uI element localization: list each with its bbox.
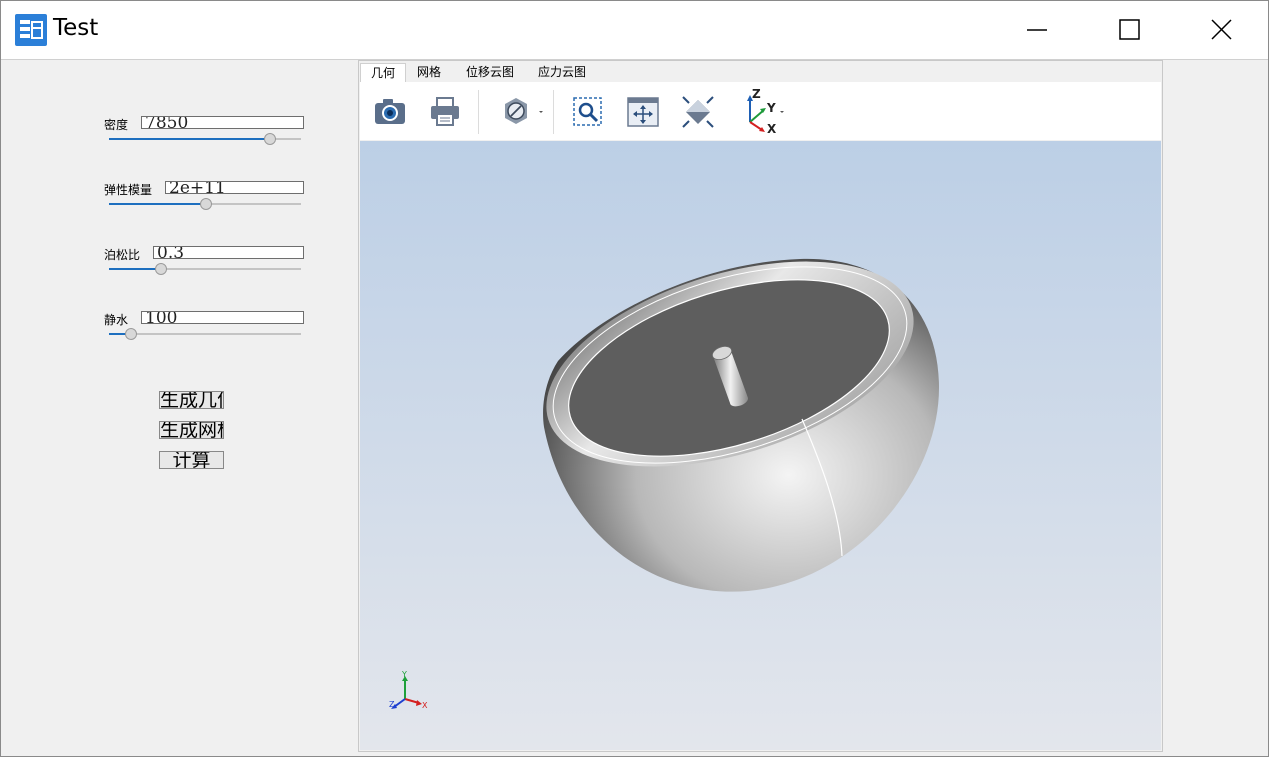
slider-thumb[interactable]	[155, 263, 167, 275]
param-label-hydrostatic: 静水	[104, 313, 129, 327]
minimize-button[interactable]	[991, 1, 1083, 59]
app-icon	[15, 14, 47, 46]
tab-geometry[interactable]: 几何	[360, 63, 407, 82]
mini-triad-y: Y	[401, 671, 407, 679]
hydrostatic-slider[interactable]	[109, 328, 301, 340]
title-bar: Test	[1, 1, 1268, 60]
param-label-elastic-modulus: 弹性模量	[104, 183, 153, 197]
tab-mesh[interactable]: 网格	[407, 63, 451, 82]
tab-bar: 几何 网格 位移云图 应力云图	[359, 61, 1162, 82]
compute-button[interactable]: 计算	[159, 451, 224, 469]
printer-icon[interactable]	[427, 94, 463, 130]
elastic-modulus-input[interactable]: 2e+11	[165, 181, 304, 194]
maximize-icon	[1119, 19, 1140, 40]
pan-fit-icon[interactable]	[625, 94, 661, 130]
fit-all-icon[interactable]	[680, 94, 716, 130]
zoom-window-icon[interactable]	[570, 94, 606, 130]
close-button[interactable]	[1175, 1, 1267, 59]
window-title: Test	[53, 15, 99, 41]
mini-triad-x: X	[422, 701, 428, 710]
slider-thumb[interactable]	[125, 328, 137, 340]
triad-label-x: X	[767, 122, 777, 136]
viewer-panel: 几何 网格 位移云图 应力云图 Z Y X Y X Z	[358, 60, 1163, 752]
toolbar-separator	[553, 90, 554, 134]
maximize-button[interactable]	[1083, 1, 1175, 59]
tab-displacement[interactable]: 位移云图	[456, 63, 524, 82]
tab-stress[interactable]: 应力云图	[528, 63, 596, 82]
param-label-poisson-ratio: 泊松比	[104, 248, 141, 262]
poisson-ratio-slider[interactable]	[109, 263, 301, 275]
view-orientation-icon[interactable]: Z Y X	[738, 87, 788, 136]
slider-thumb[interactable]	[264, 133, 276, 145]
section-view-icon[interactable]	[498, 94, 543, 130]
elastic-modulus-slider[interactable]	[109, 198, 301, 210]
axis-triad-icon: Y X Z	[389, 671, 428, 710]
minimize-icon	[1027, 29, 1047, 31]
generate-geometry-button[interactable]: 生成几何	[159, 391, 224, 409]
parameter-panel: 密度 7850 弹性模量 2e+11 泊松比 0.3 静水 100 生成几何 生…	[1, 60, 357, 756]
main-window: Test 密度 7850 弹性模量 2e+11 泊松比 0.3 静水 100 生…	[0, 0, 1269, 757]
hemisphere-bowl-model	[543, 258, 940, 592]
3d-viewport[interactable]: Y X Z	[360, 141, 1161, 750]
param-label-density: 密度	[104, 118, 129, 132]
poisson-ratio-input[interactable]: 0.3	[153, 246, 304, 259]
density-slider[interactable]	[109, 133, 301, 145]
close-icon	[1211, 19, 1232, 40]
mini-triad-z: Z	[389, 700, 395, 709]
slider-thumb[interactable]	[200, 198, 212, 210]
hydrostatic-input[interactable]: 100	[141, 311, 304, 324]
density-input[interactable]: 7850	[141, 116, 304, 129]
generate-mesh-button[interactable]: 生成网格	[159, 421, 224, 439]
camera-icon[interactable]	[372, 94, 408, 130]
triad-label-y: Y	[766, 101, 776, 115]
viewer-toolbar: Z Y X	[360, 82, 1161, 140]
toolbar-separator	[478, 90, 479, 134]
triad-label-z: Z	[752, 88, 761, 101]
